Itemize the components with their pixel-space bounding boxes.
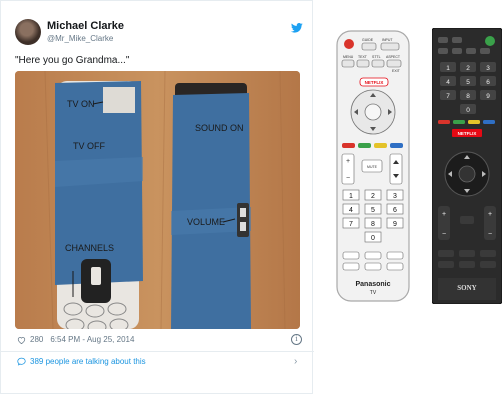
key-4-label: 4 xyxy=(349,207,353,214)
divider xyxy=(1,351,314,352)
key-1-label: 1 xyxy=(349,193,353,200)
info-icon[interactable]: i xyxy=(291,334,302,345)
label-input: INPUT xyxy=(382,38,393,42)
aspect-button[interactable] xyxy=(386,59,402,68)
key-0-label: 0 xyxy=(371,235,375,242)
svg-text:−: − xyxy=(346,175,350,182)
ok-button-sony[interactable] xyxy=(458,165,476,183)
sony-key-4-label: 4 xyxy=(446,79,450,86)
label-aspect: ASPECT xyxy=(386,55,401,59)
like-count[interactable]: 280 xyxy=(30,335,43,344)
sony-key-7-label: 7 xyxy=(446,93,450,100)
key-8-label: 8 xyxy=(371,221,375,228)
sony-key-9-label: 9 xyxy=(486,93,490,100)
power-button-sony[interactable] xyxy=(485,36,495,46)
sony-remote: 1 2 3 4 5 6 7 8 9 0 NETFLIX + − + − SONY xyxy=(432,28,502,304)
guide-button[interactable] xyxy=(361,42,377,51)
tweet-photo[interactable]: TV ON TV OFF CHANNELS SOUND ON VOLUME xyxy=(15,71,300,329)
key-9-label: 9 xyxy=(393,221,397,228)
sttl-button[interactable] xyxy=(371,59,385,68)
sony-key-0-label: 0 xyxy=(466,107,470,114)
brand-sony: SONY xyxy=(457,284,476,292)
key-5-label: 5 xyxy=(371,207,375,214)
menu-button[interactable] xyxy=(341,59,355,68)
sony-key-2-label: 2 xyxy=(466,65,470,72)
tweet-card: Michael Clarke @Mr_Mike_Clarke "Here you… xyxy=(0,0,314,394)
mute-label: MUTE xyxy=(367,165,378,169)
svg-text:+: + xyxy=(442,211,446,218)
brand-panasonic: Panasonic xyxy=(355,281,390,288)
key-6-label: 6 xyxy=(393,207,397,214)
text-button[interactable] xyxy=(356,59,370,68)
author-handle[interactable]: @Mr_Mike_Clarke xyxy=(47,34,113,43)
talking-about[interactable]: 389 people are talking about this xyxy=(30,357,146,366)
key-3-label: 3 xyxy=(393,193,397,200)
channel-rocker[interactable] xyxy=(389,153,403,185)
sony-key-1-label: 1 xyxy=(446,65,450,72)
sony-key-3-label: 3 xyxy=(486,65,490,72)
heart-icon[interactable] xyxy=(17,336,26,344)
avatar[interactable] xyxy=(15,19,41,45)
model-tv: TV xyxy=(370,290,377,296)
ok-button[interactable] xyxy=(364,103,382,121)
twitter-bird-icon[interactable] xyxy=(291,23,303,33)
svg-text:−: − xyxy=(442,231,446,238)
sony-key-8-label: 8 xyxy=(466,93,470,100)
key-2-label: 2 xyxy=(371,193,375,200)
key-7-label: 7 xyxy=(349,221,353,228)
netflix-label-white: NETFLIX xyxy=(365,80,384,85)
power-button[interactable] xyxy=(344,39,354,49)
label-tv-on: TV ON xyxy=(67,99,95,109)
tweet-text: "Here you go Grandma..." xyxy=(15,55,130,66)
conversation-link[interactable]: 389 people are talking about this xyxy=(17,357,146,366)
chevron-right-icon[interactable]: › xyxy=(294,356,297,367)
label-guide: GUIDE xyxy=(362,38,374,42)
label-tv-off: TV OFF xyxy=(73,141,105,151)
tweet-meta: 280 6:54 PM - Aug 25, 2014 xyxy=(17,335,134,344)
svg-text:−: − xyxy=(488,231,492,238)
label-volume: VOLUME xyxy=(187,217,225,227)
label-channels: CHANNELS xyxy=(65,243,114,253)
comment-icon xyxy=(17,357,26,366)
netflix-label-sony: NETFLIX xyxy=(458,131,477,136)
author-name[interactable]: Michael Clarke xyxy=(47,20,124,32)
label-sound-on: SOUND ON xyxy=(195,123,244,133)
label-menu: MENU xyxy=(343,55,354,59)
sony-key-5-label: 5 xyxy=(466,79,470,86)
sony-key-6-label: 6 xyxy=(486,79,490,86)
label-exit: EXIT xyxy=(392,69,401,73)
mute-button-sony[interactable] xyxy=(460,216,474,224)
label-text: TEXT xyxy=(358,55,368,59)
tweet-timestamp[interactable]: 6:54 PM - Aug 25, 2014 xyxy=(50,335,134,344)
panasonic-remote: GUIDE INPUT MENU TEXT STTL ASPECT EXIT N… xyxy=(336,30,410,302)
input-button[interactable] xyxy=(380,42,400,51)
svg-text:+: + xyxy=(346,158,350,165)
label-sttl: STTL xyxy=(372,55,381,59)
svg-text:+: + xyxy=(488,211,492,218)
